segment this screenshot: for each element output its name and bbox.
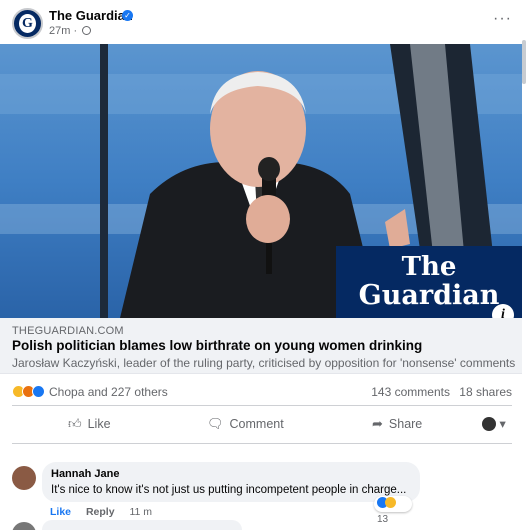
like-button[interactable]: 👍︎ Like: [68, 410, 111, 438]
link-preview[interactable]: THEGUARDIAN.COM Polish politician blames…: [0, 318, 522, 374]
comment-bubble: [42, 520, 242, 530]
more-icon[interactable]: ···: [493, 10, 512, 28]
post-meta: 27m ·: [49, 25, 92, 37]
comment-bubble: Hannah Jane It's nice to know it's not j…: [42, 462, 420, 502]
post-time[interactable]: 27m: [49, 25, 70, 37]
divider: [12, 443, 512, 444]
comment-share-counts: 143 comments 18 shares: [365, 385, 512, 399]
post-header: G The Guardian ✓ 27m · ···: [12, 8, 512, 42]
link-headline[interactable]: Polish politician blames low birthrate o…: [12, 338, 422, 353]
reaction-summary[interactable]: Chopa and 227 others: [49, 385, 168, 399]
share-button[interactable]: ➦ Share: [372, 410, 422, 438]
link-description: Jarosław Kaczyński, leader of the ruling…: [12, 356, 516, 370]
comment-reaction-count: 13: [377, 514, 389, 525]
comment-reply-button[interactable]: Reply: [86, 506, 115, 518]
divider: [12, 405, 512, 406]
commenter-avatar[interactable]: [12, 522, 36, 530]
comment-icon: 🗨︎: [207, 416, 224, 431]
page-avatar[interactable]: G: [12, 8, 43, 39]
globe-icon: [82, 26, 92, 35]
guardian-logo-icon: G: [19, 14, 36, 33]
audience-selector[interactable]: ▾: [482, 410, 506, 438]
facebook-post: G The Guardian ✓ 27m · ··· The Guardian …: [0, 0, 522, 530]
like-label: Like: [87, 417, 111, 431]
comment-reactions[interactable]: 13: [374, 496, 412, 525]
comment-author[interactable]: Hannah Jane: [51, 468, 119, 480]
like-reaction-icon[interactable]: [32, 385, 45, 398]
haha-icon: [385, 497, 396, 508]
thumbs-up-icon: 👍︎: [68, 416, 82, 431]
comment-label: Comment: [229, 417, 284, 431]
comment-like-button[interactable]: Like: [50, 506, 71, 518]
post-photo[interactable]: The Guardian i: [0, 44, 522, 318]
watermark-line-1: The: [401, 252, 457, 282]
post-actions: 👍︎ Like 🗨︎ Comment ➦ Share ▾: [12, 410, 512, 438]
chevron-down-icon: ▾: [499, 417, 506, 431]
engagement-stats: Chopa and 227 others 143 comments 18 sha…: [12, 380, 512, 402]
scrollbar-thumb[interactable]: [522, 40, 526, 84]
audience-icon: [482, 417, 496, 431]
comments-count[interactable]: 143 comments: [371, 385, 450, 399]
commenter-avatar[interactable]: [12, 466, 36, 490]
link-domain: THEGUARDIAN.COM: [12, 325, 124, 337]
shares-count[interactable]: 18 shares: [459, 385, 512, 399]
comment-time[interactable]: 11 m: [129, 506, 152, 518]
comment-text: It's nice to know it's not just us putti…: [51, 484, 407, 496]
watermark-line-2: Guardian: [358, 280, 500, 311]
page-name[interactable]: The Guardian: [49, 8, 133, 23]
comment-button[interactable]: 🗨︎ Comment: [207, 410, 284, 438]
comment-actions: Like Reply 11 m: [50, 506, 164, 518]
share-icon: ➦: [372, 416, 383, 431]
share-label: Share: [388, 417, 423, 431]
verified-icon: ✓: [122, 10, 133, 21]
scrollbar[interactable]: [522, 0, 526, 530]
